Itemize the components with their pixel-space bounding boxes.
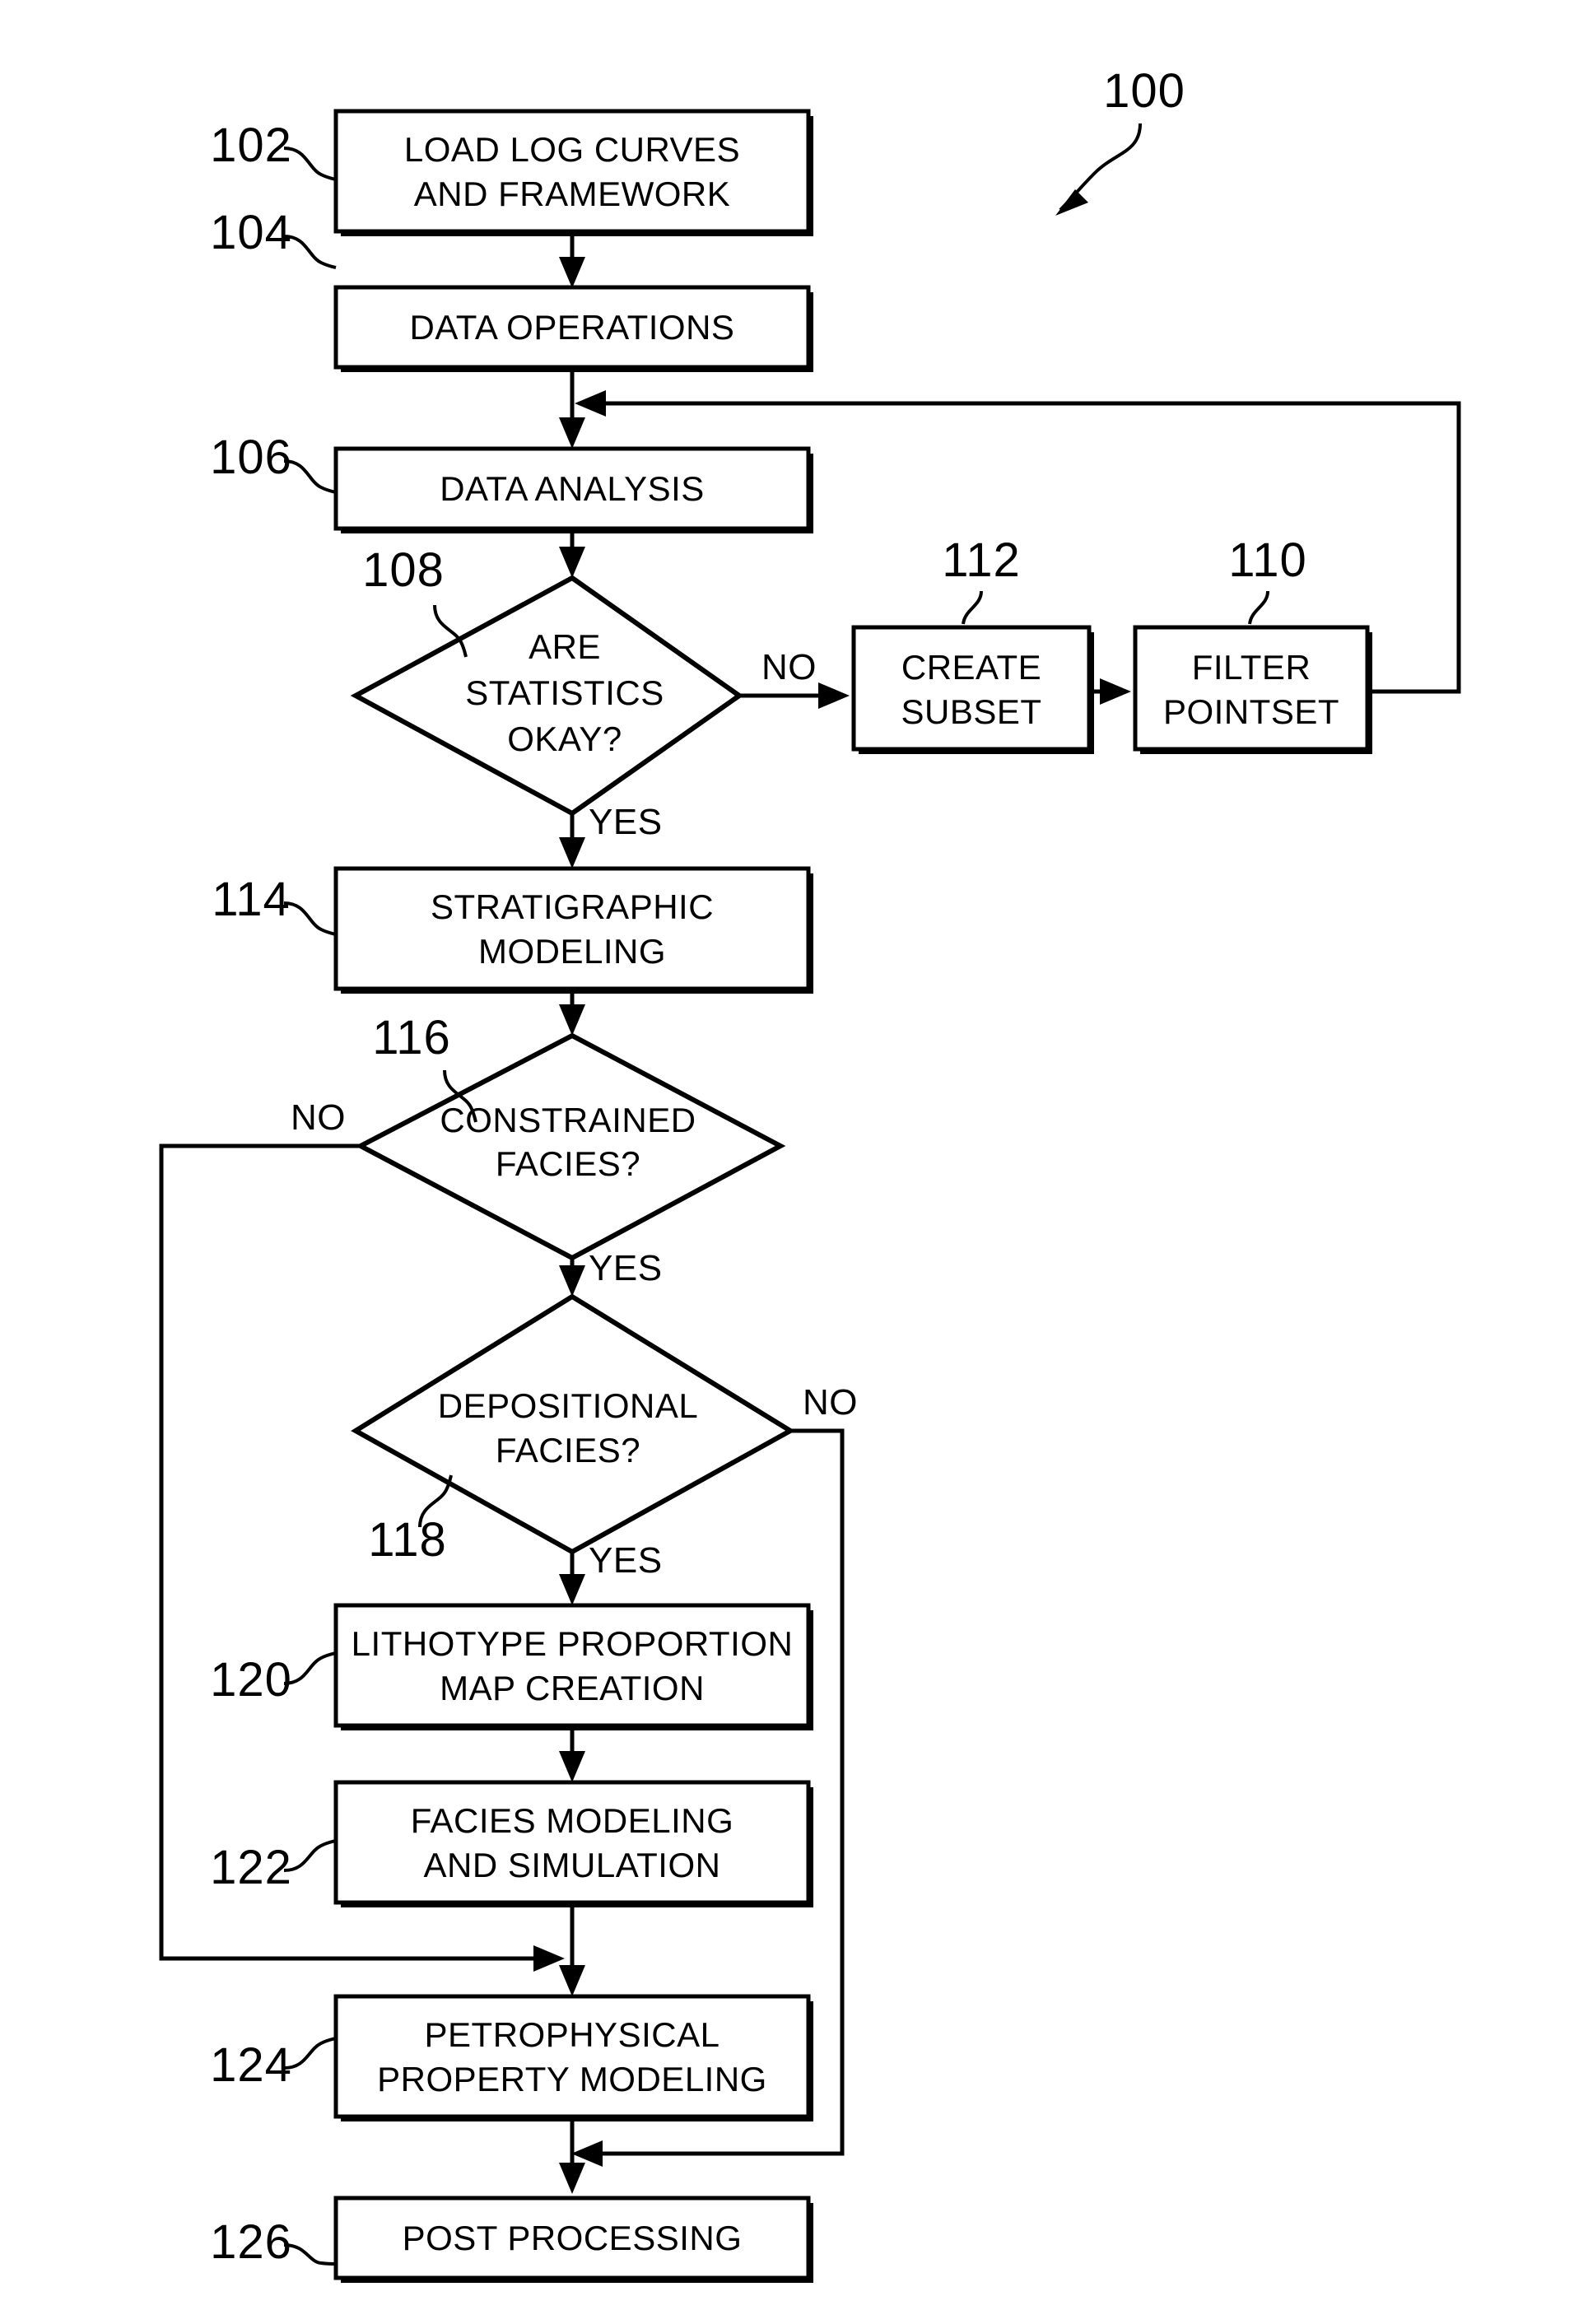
node-108-label-line3: OKAY?	[507, 720, 622, 758]
node-102-box	[333, 109, 811, 234]
ref-callout-120: 120	[210, 1651, 337, 1707]
ref-callout-124: 124	[210, 2037, 337, 2092]
connector-104-to-106	[559, 372, 585, 449]
node-110-label-line2: POINTSET	[1163, 692, 1339, 731]
ref-callout-102: 102	[210, 119, 337, 181]
connector-102-to-104	[559, 236, 585, 288]
connector-112-to-110	[1089, 678, 1131, 705]
node-104-data-operations[interactable]: DATA OPERATIONS	[333, 285, 813, 372]
ref-number-104: 104	[210, 206, 292, 259]
ref-callout-104: 104	[210, 206, 337, 269]
node-124-label-line2: PROPERTY MODELING	[377, 2060, 767, 2098]
ref-number-114: 114	[212, 873, 290, 926]
node-122-label-line1: FACIES MODELING	[411, 1801, 734, 1840]
branch-label-constrained-no: NO	[291, 1097, 346, 1138]
node-116-label-line2: FACIES?	[496, 1144, 640, 1183]
node-120-box	[333, 1603, 811, 1728]
connector-106-to-108	[559, 533, 585, 578]
node-108-label-line2: STATISTICS	[465, 673, 664, 712]
node-102-label-line2: AND FRAMEWORK	[414, 175, 731, 213]
ref-callout-114: 114	[212, 873, 337, 936]
node-106-label-line1: DATA ANALYSIS	[440, 469, 705, 508]
ref-callout-112: 112	[942, 533, 1020, 625]
branch-label-depositional-no: NO	[803, 1382, 858, 1423]
ref-number-116: 116	[372, 1011, 450, 1064]
node-114-stratigraphic-modeling[interactable]: STRATIGRAPHIC MODELING	[333, 866, 813, 994]
node-110-label-line1: FILTER	[1192, 648, 1311, 687]
branch-label-stats-yes: YES	[589, 802, 663, 842]
node-118-label-line1: DEPOSITIONAL	[438, 1386, 698, 1425]
node-108-label-line1: ARE	[529, 627, 601, 666]
ref-number-124: 124	[210, 2038, 292, 2092]
node-122-label-line2: AND SIMULATION	[424, 1846, 721, 1884]
figure-reference-100: 100	[1055, 64, 1185, 216]
ref-callout-108: 108	[362, 543, 468, 658]
node-116-label-line1: CONSTRAINED	[440, 1101, 696, 1139]
node-112-label-line2: SUBSET	[901, 692, 1041, 731]
connector-114-to-116	[559, 994, 585, 1036]
node-124-box	[333, 1994, 811, 2119]
flowchart-diagram: 100 LOAD LOG CURVES AND FRAMEWORK 102 DA…	[0, 0, 1588, 2324]
ref-callout-106: 106	[210, 431, 337, 494]
node-124-label-line1: PETROPHYSICAL	[425, 2015, 720, 2054]
branch-label-stats-no: NO	[761, 647, 817, 687]
node-104-label-line1: DATA OPERATIONS	[410, 308, 735, 347]
node-102-label-line1: LOAD LOG CURVES	[404, 130, 740, 169]
node-116-constrained-facies[interactable]: CONSTRAINED FACIES?	[355, 1032, 786, 1261]
connector-120-to-122	[559, 1730, 585, 1782]
node-122-box	[333, 1780, 811, 1905]
node-114-label-line1: STRATIGRAPHIC	[431, 887, 714, 926]
connector-122-to-124	[559, 1907, 585, 1996]
node-126-label-line1: POST PROCESSING	[403, 2219, 743, 2257]
ref-number-118: 118	[368, 1513, 446, 1567]
node-118-label-line2: FACIES?	[496, 1431, 640, 1469]
branch-label-depositional-yes: YES	[589, 1540, 663, 1581]
ref-callout-110: 110	[1228, 533, 1306, 625]
ref-number-102: 102	[210, 119, 292, 172]
node-108-are-statistics-okay[interactable]: ARE STATISTICS OKAY?	[350, 575, 744, 817]
ref-callout-126: 126	[210, 2215, 337, 2269]
node-102-load-log-curves[interactable]: LOAD LOG CURVES AND FRAMEWORK	[333, 109, 813, 236]
node-124-petrophysical-property-modeling[interactable]: PETROPHYSICAL PROPERTY MODELING	[333, 1994, 813, 2121]
ref-number-106: 106	[210, 431, 292, 484]
figure-leader-arrowhead	[1055, 189, 1088, 216]
node-120-label-line1: LITHOTYPE PROPORTION	[352, 1624, 794, 1663]
node-120-label-line2: MAP CREATION	[440, 1669, 705, 1707]
ref-leader-112	[962, 590, 983, 625]
node-112-label-line1: CREATE	[901, 648, 1041, 687]
node-112-create-subset[interactable]: CREATE SUBSET	[851, 625, 1094, 754]
node-106-data-analysis[interactable]: DATA ANALYSIS	[333, 446, 813, 533]
node-114-box	[333, 866, 811, 991]
ref-leader-114	[283, 901, 337, 936]
ref-number-110: 110	[1228, 533, 1306, 587]
ref-number-122: 122	[210, 1841, 292, 1894]
ref-leader-110	[1248, 590, 1269, 625]
ref-callout-118: 118	[368, 1474, 453, 1567]
ref-callout-122: 122	[210, 1839, 337, 1894]
node-120-lithotype-proportion-map[interactable]: LITHOTYPE PROPORTION MAP CREATION	[333, 1603, 813, 1730]
node-122-facies-modeling-simulation[interactable]: FACIES MODELING AND SIMULATION	[333, 1780, 813, 1907]
node-114-label-line2: MODELING	[478, 932, 666, 971]
connector-108-no-to-112: NO	[739, 647, 850, 709]
node-126-post-processing[interactable]: POST PROCESSING	[333, 2196, 813, 2283]
node-110-filter-pointset[interactable]: FILTER POINTSET	[1133, 625, 1372, 754]
branch-label-constrained-yes: YES	[589, 1248, 663, 1288]
ref-number-126: 126	[210, 2215, 292, 2269]
flowchart-svg: 100 LOAD LOG CURVES AND FRAMEWORK 102 DA…	[159, 64, 1461, 2283]
ref-number-100: 100	[1103, 64, 1185, 118]
ref-number-120: 120	[210, 1653, 292, 1707]
ref-number-108: 108	[362, 543, 445, 597]
ref-number-112: 112	[942, 533, 1020, 587]
